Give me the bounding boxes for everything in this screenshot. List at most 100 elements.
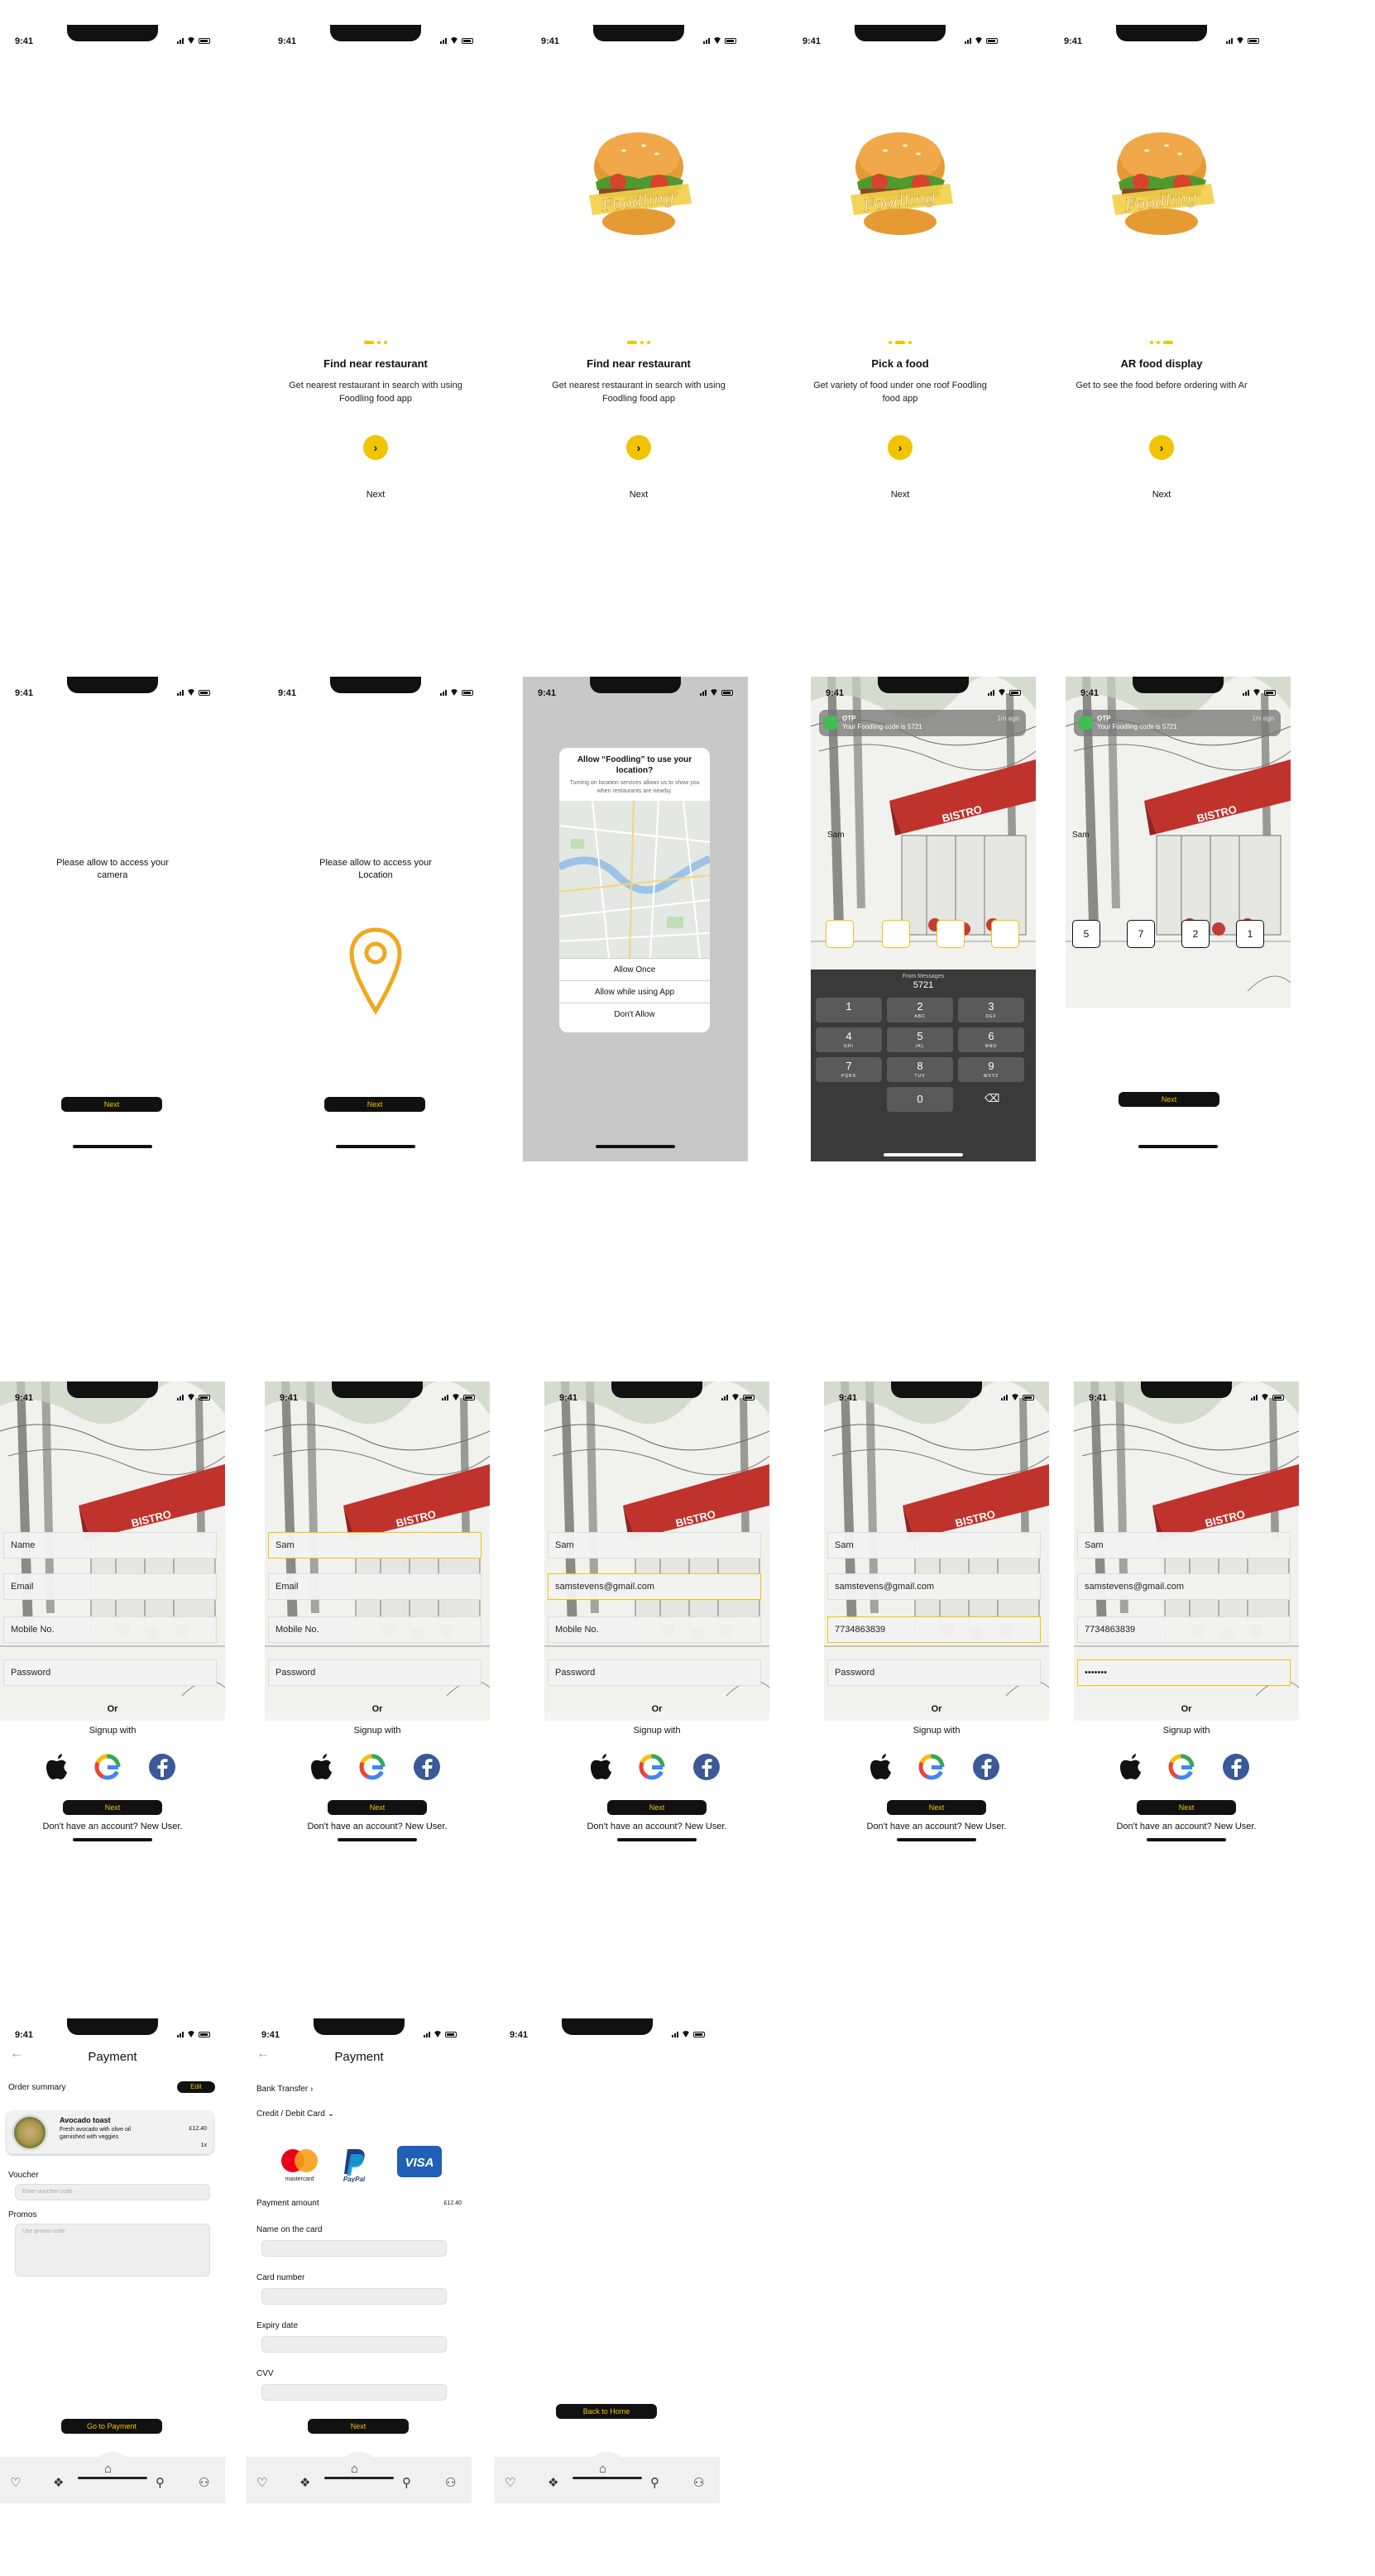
key-1[interactable]: 1	[816, 998, 882, 1022]
mobile-field[interactable]: Mobile No.	[268, 1616, 481, 1643]
heart-icon[interactable]: ♡	[10, 2475, 21, 2490]
mastercard-icon[interactable]: mastercard	[276, 2146, 323, 2182]
next-arrow-button[interactable]: ›	[1149, 435, 1174, 460]
apple-icon[interactable]	[862, 1752, 892, 1782]
home-icon[interactable]: ⌂	[104, 2462, 112, 2476]
new-user-link[interactable]: Don't have an account? New User.	[0, 1822, 225, 1831]
email-field[interactable]: samstevens@gmail.com	[827, 1573, 1041, 1600]
next-button[interactable]: Next	[328, 1800, 427, 1815]
visa-icon[interactable]: VISA	[397, 2146, 442, 2177]
next-button[interactable]: Next	[887, 1800, 986, 1815]
google-icon[interactable]	[637, 1752, 667, 1782]
mobile-field[interactable]: Mobile No.	[548, 1616, 761, 1643]
voucher-input[interactable]: Enter voucher code	[15, 2184, 210, 2200]
otp-digit-3[interactable]	[937, 920, 965, 948]
key-7[interactable]: 7 PQRS	[816, 1057, 882, 1082]
promos-input[interactable]: Use promo code	[15, 2224, 210, 2277]
box-icon[interactable]: ❖	[299, 2475, 310, 2490]
next-button[interactable]: Next	[61, 1097, 162, 1112]
order-item-card[interactable]: Avocado toast Fresh avocado with olive o…	[7, 2111, 213, 2154]
card-option[interactable]: Credit / Debit Card ⌄	[256, 2109, 334, 2119]
allow-while-using-option[interactable]: Allow while using App	[559, 980, 710, 1003]
mobile-field[interactable]: Mobile No.	[3, 1616, 217, 1643]
back-to-home-button[interactable]: Back to Home	[556, 2404, 657, 2419]
password-field[interactable]: Password	[3, 1659, 217, 1686]
google-icon[interactable]	[917, 1752, 946, 1782]
google-icon[interactable]	[357, 1752, 387, 1782]
next-link[interactable]: Next	[788, 490, 1013, 500]
next-link[interactable]: Next	[526, 490, 751, 500]
next-button[interactable]: Next	[1137, 1800, 1236, 1815]
key-0[interactable]: 0	[887, 1087, 953, 1112]
next-link[interactable]: Next	[1049, 490, 1274, 500]
key-3[interactable]: 3 DEF	[958, 998, 1024, 1022]
password-field[interactable]: Password	[548, 1659, 761, 1686]
name-field[interactable]: Name	[3, 1532, 217, 1559]
password-field[interactable]: Password	[827, 1659, 1041, 1686]
profile-icon[interactable]: ⚇	[199, 2475, 209, 2490]
password-field[interactable]: •••••••	[1077, 1659, 1291, 1686]
heart-icon[interactable]: ♡	[505, 2475, 515, 2490]
allow-once-option[interactable]: Allow Once	[559, 958, 710, 980]
key-4[interactable]: 4 GHI	[816, 1027, 882, 1052]
home-icon[interactable]: ⌂	[351, 2462, 358, 2476]
next-button[interactable]: Next	[607, 1800, 707, 1815]
otp-digit-3[interactable]: 2	[1181, 920, 1210, 948]
key-9[interactable]: 9 WXYZ	[958, 1057, 1024, 1082]
next-arrow-button[interactable]: ›	[626, 435, 651, 460]
profile-icon[interactable]: ⚇	[445, 2475, 456, 2490]
bank-transfer-option[interactable]: Bank Transfer ›	[256, 2085, 313, 2094]
search-icon[interactable]: ⚲	[402, 2475, 411, 2490]
search-icon[interactable]: ⚲	[156, 2475, 165, 2490]
name-field[interactable]: Sam	[827, 1532, 1041, 1559]
go-to-payment-button[interactable]: Go to Payment	[61, 2419, 162, 2434]
apple-icon[interactable]	[38, 1752, 68, 1782]
otp-digit-2[interactable]	[882, 920, 910, 948]
expiry-date-input[interactable]	[261, 2336, 447, 2353]
key-5[interactable]: 5 JKL	[887, 1027, 953, 1052]
next-button[interactable]: Next	[308, 2419, 409, 2434]
new-user-link[interactable]: Don't have an account? New User.	[265, 1822, 490, 1831]
home-icon[interactable]: ⌂	[599, 2462, 606, 2476]
mobile-field[interactable]: 7734863839	[827, 1616, 1041, 1643]
name-on-card-input[interactable]	[261, 2240, 447, 2257]
facebook-icon[interactable]	[1221, 1752, 1251, 1782]
next-button[interactable]: Next	[1119, 1092, 1219, 1107]
dont-allow-option[interactable]: Don't Allow	[559, 1003, 710, 1025]
apple-icon[interactable]	[303, 1752, 333, 1782]
next-arrow-button[interactable]: ›	[363, 435, 388, 460]
autofill-code[interactable]: 5721	[811, 980, 1036, 990]
otp-digit-1[interactable]: 5	[1072, 920, 1100, 948]
cvv-input[interactable]	[261, 2384, 447, 2401]
otp-digit-4[interactable]	[991, 920, 1019, 948]
email-field[interactable]: samstevens@gmail.com	[548, 1573, 761, 1600]
email-field[interactable]: samstevens@gmail.com	[1077, 1573, 1291, 1600]
apple-icon[interactable]	[1112, 1752, 1142, 1782]
name-field[interactable]: Sam	[548, 1532, 761, 1559]
next-link[interactable]: Next	[263, 490, 488, 500]
facebook-icon[interactable]	[147, 1752, 177, 1782]
new-user-link[interactable]: Don't have an account? New User.	[544, 1822, 769, 1831]
edit-button[interactable]: Edit	[177, 2081, 215, 2093]
delete-key-icon[interactable]: ⌫	[985, 1092, 999, 1105]
facebook-icon[interactable]	[971, 1752, 1001, 1782]
new-user-link[interactable]: Don't have an account? New User.	[824, 1822, 1049, 1831]
key-8[interactable]: 8 TUV	[887, 1057, 953, 1082]
facebook-icon[interactable]	[412, 1752, 442, 1782]
otp-notification[interactable]: OTP Your Foodling code is 5721 1m ago	[1074, 710, 1281, 736]
profile-icon[interactable]: ⚇	[693, 2475, 704, 2490]
otp-digit-2[interactable]: 7	[1127, 920, 1155, 948]
email-field[interactable]: Email	[268, 1573, 481, 1600]
paypal-icon[interactable]: PayPal	[338, 2146, 371, 2182]
search-icon[interactable]: ⚲	[650, 2475, 659, 2490]
google-icon[interactable]	[93, 1752, 122, 1782]
otp-notification[interactable]: OTP Your Foodling code is 5721 1m ago	[819, 710, 1026, 736]
otp-digit-4[interactable]: 1	[1236, 920, 1264, 948]
name-field[interactable]: Sam	[1077, 1532, 1291, 1559]
otp-digit-1[interactable]	[826, 920, 854, 948]
name-field[interactable]: Sam	[268, 1532, 481, 1559]
box-icon[interactable]: ❖	[53, 2475, 64, 2490]
next-button[interactable]: Next	[63, 1800, 162, 1815]
new-user-link[interactable]: Don't have an account? New User.	[1074, 1822, 1299, 1831]
google-icon[interactable]	[1167, 1752, 1196, 1782]
